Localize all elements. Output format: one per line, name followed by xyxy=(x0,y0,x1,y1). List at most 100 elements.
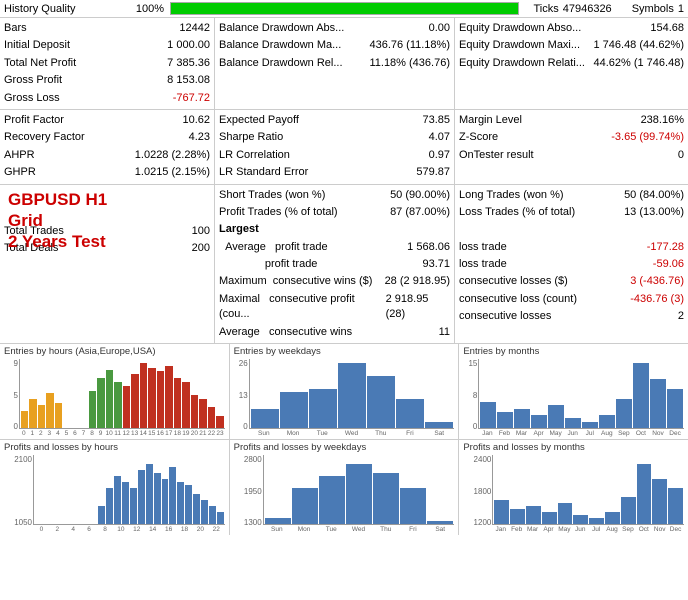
bar xyxy=(548,405,564,428)
bar xyxy=(89,391,96,429)
bar xyxy=(667,389,683,428)
eq-dd-max-label: Equity Drawdown Maxi... xyxy=(459,38,580,53)
gross-profit-label: Gross Profit xyxy=(4,73,62,88)
pnl-x-labels: SunMonTueWedThuFriSat xyxy=(263,526,455,533)
bar xyxy=(208,407,215,428)
history-quality-value: 100% xyxy=(124,3,164,15)
bar xyxy=(114,382,121,428)
gross-profit-value: 8 153.08 xyxy=(167,73,210,88)
bal-dd-max-value: 436.76 (11.18%) xyxy=(369,38,450,53)
avg-consec-losses-label: consecutive losses xyxy=(459,309,551,324)
pnl-bar xyxy=(668,488,683,524)
long-trades-value: 50 (84.00%) xyxy=(624,188,684,203)
bar xyxy=(616,399,632,428)
bar xyxy=(157,371,164,428)
max-consec-wins-label: Maximum consecutive wins ($) xyxy=(219,274,372,289)
eq-dd-max-value: 1 746.48 (44.62%) xyxy=(593,38,684,53)
entries-chart-2: Entries by months1580JanFebMarAprMayJunJ… xyxy=(459,344,688,439)
overlay-line2: Grid xyxy=(8,210,107,231)
total-deals-value: 200 xyxy=(192,241,210,256)
sharpe-ratio-label: Sharpe Ratio xyxy=(219,130,283,145)
symbols-label: Symbols xyxy=(632,3,674,15)
bar xyxy=(123,386,130,428)
ontester-value: 0 xyxy=(678,148,684,163)
x-labels: 01234567891011121314151617181920212223 xyxy=(19,430,225,437)
pnl-bar xyxy=(193,494,200,524)
lr-std-error-value: 579.87 xyxy=(416,165,450,180)
chart-title: Entries by hours (Asia,Europe,USA) xyxy=(4,346,225,357)
ahpr-value: 1.0228 (2.28%) xyxy=(135,148,210,163)
bar xyxy=(514,409,530,429)
short-trades-value: 50 (90.00%) xyxy=(390,188,450,203)
pnl-bars xyxy=(33,455,225,525)
pnl-bar xyxy=(346,464,372,524)
overlay-line1: GBPUSD H1 xyxy=(8,189,107,210)
bar xyxy=(367,376,395,428)
avg-consec-wins-value: 11 xyxy=(439,325,450,340)
z-score-label: Z-Score xyxy=(459,130,498,145)
bar xyxy=(97,378,104,428)
overlay-line3: 2 Years Test xyxy=(8,231,107,252)
pnl-bar xyxy=(637,464,652,524)
bar xyxy=(338,363,366,428)
pnl-bar xyxy=(427,521,453,524)
total-trades-value: 100 xyxy=(192,224,210,239)
initial-deposit-value: 1 000.00 xyxy=(167,38,210,53)
pnl-charts-row: Profits and losses by hours2100105002468… xyxy=(0,440,688,535)
pnl-chart-0: Profits and losses by hours2100105002468… xyxy=(0,440,230,535)
pnl-bar xyxy=(292,488,318,524)
z-score-value: -3.65 (99.74%) xyxy=(611,130,684,145)
pnl-bar xyxy=(154,473,161,524)
margin-level-value: 238.16% xyxy=(641,113,684,128)
bar xyxy=(148,368,155,428)
ontester-label: OnTester result xyxy=(459,148,534,163)
history-quality-bar xyxy=(171,3,518,14)
avg-profit-label: Average profit trade xyxy=(219,240,328,255)
pnl-bar xyxy=(265,518,291,524)
pnl-y-labels: 21001050 xyxy=(4,455,32,527)
entries-chart-0: Entries by hours (Asia,Europe,USA)950012… xyxy=(0,344,230,439)
max-consec-profit-value: 2 918.95 (28) xyxy=(386,292,450,323)
bar xyxy=(582,422,598,429)
pnl-bars xyxy=(263,455,455,525)
entries-charts-row: Entries by hours (Asia,Europe,USA)950012… xyxy=(0,344,688,440)
avg-profit-value: 1 568.06 xyxy=(407,240,450,255)
main-container: History Quality 100% Ticks 47946326 Symb… xyxy=(0,0,688,535)
sharpe-ratio-value: 4.07 xyxy=(429,130,450,145)
bar xyxy=(21,411,28,428)
y-axis-labels: 1580 xyxy=(463,359,477,431)
pnl-chart-title: Profits and losses by weekdays xyxy=(234,442,455,453)
pnl-bar xyxy=(114,476,121,524)
bar xyxy=(633,363,649,428)
margin-level-label: Margin Level xyxy=(459,113,522,128)
bal-dd-abs-label: Balance Drawdown Abs... xyxy=(219,21,344,36)
chart-title: Entries by weekdays xyxy=(234,346,455,357)
chart-title: Entries by months xyxy=(463,346,684,357)
pnl-bar xyxy=(373,473,399,524)
pnl-bar xyxy=(122,482,129,524)
bar xyxy=(46,393,53,428)
history-quality-label: History Quality xyxy=(4,3,124,15)
avg-loss-value: -59.06 xyxy=(653,257,684,272)
total-net-profit-label: Total Net Profit xyxy=(4,56,76,71)
bar xyxy=(650,379,666,428)
bar xyxy=(599,415,615,428)
bar xyxy=(425,422,453,429)
bar-chart xyxy=(249,359,455,429)
pnl-bar xyxy=(400,488,426,524)
initial-deposit-label: Initial Deposit xyxy=(4,38,70,53)
charts-section: Entries by hours (Asia,Europe,USA)950012… xyxy=(0,344,688,535)
ticks-label: Ticks xyxy=(533,3,558,15)
recovery-factor-value: 4.23 xyxy=(189,130,210,145)
bars-label: Bars xyxy=(4,21,27,36)
y-axis-labels: 26130 xyxy=(234,359,248,431)
avg-profit2-label: profit trade xyxy=(219,257,317,272)
expected-payoff-value: 73.85 xyxy=(422,113,450,128)
pnl-chart-2: Profits and losses by months240018001200… xyxy=(459,440,688,535)
bal-dd-rel-value: 11.18% (436.76) xyxy=(369,56,450,71)
pnl-chart-title: Profits and losses by months xyxy=(463,442,684,453)
pnl-bar xyxy=(201,500,208,524)
bar xyxy=(174,378,181,428)
pnl-bar xyxy=(494,500,509,524)
ghpr-label: GHPR xyxy=(4,165,36,180)
